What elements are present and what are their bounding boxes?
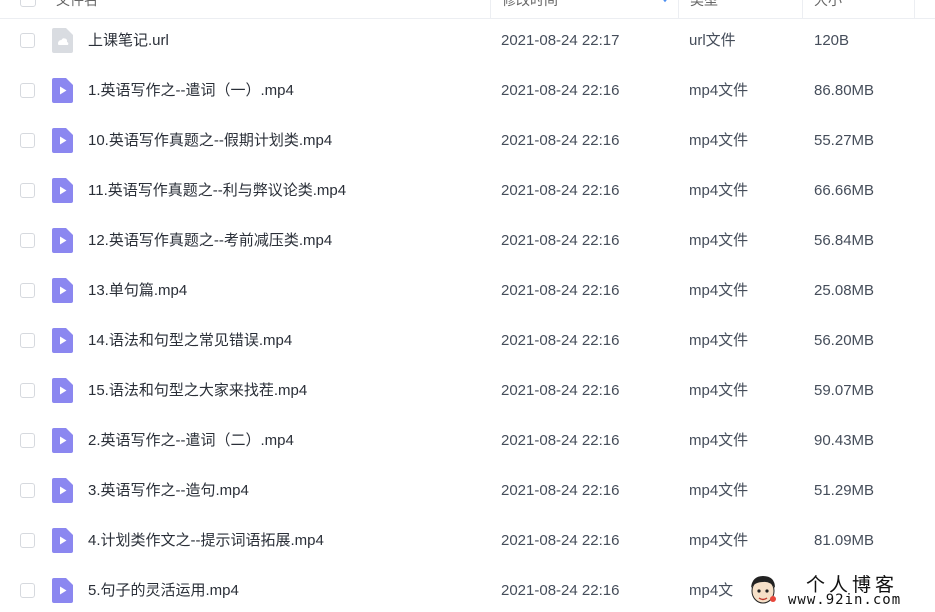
column-header-type[interactable]: 类型 [690,0,718,8]
file-row[interactable]: 2.英语写作之--遣词（二）.mp4 2021-08-24 22:16 mp4文件 9… [0,417,935,467]
watermark: 个人博客 www.92in.com [740,568,935,612]
sort-descending-icon[interactable] [660,0,670,4]
file-name[interactable]: 10.英语写作真题之--假期计划类.mp4 [88,132,332,150]
video-file-icon [52,578,73,603]
file-row[interactable]: 13.单句篇.mp4 2021-08-24 22:16 mp4文件 25.08MB [0,267,935,317]
video-file-icon [52,228,73,253]
file-modified-time: 2021-08-24 22:16 [501,382,620,399]
file-size: 59.07MB [814,382,875,399]
file-modified-time: 2021-08-24 22:17 [501,32,620,49]
row-checkbox[interactable] [20,483,35,498]
file-modified-time: 2021-08-24 22:16 [501,482,620,499]
file-name[interactable]: 13.单句篇.mp4 [88,282,187,300]
watermark-url: www.92in.com [788,592,902,608]
file-row[interactable]: 3.英语写作之--造句.mp4 2021-08-24 22:16 mp4文件 51.2… [0,467,935,517]
file-row[interactable]: 10.英语写作真题之--假期计划类.mp4 2021-08-24 22:16 mp4… [0,117,935,167]
file-size: 25.08MB [814,282,875,299]
file-type: url文件 [689,32,736,49]
file-type: mp4文件 [689,532,749,549]
file-type: mp4文件 [689,382,749,399]
file-row[interactable]: 11.英语写作真题之--利与弊议论类.mp4 2021-08-24 22:16 mp… [0,167,935,217]
column-divider [678,0,679,18]
file-size: 55.27MB [814,132,875,149]
file-modified-time: 2021-08-24 22:16 [501,282,620,299]
file-modified-time: 2021-08-24 22:16 [501,332,620,349]
video-file-icon [52,478,73,503]
file-name[interactable]: 4.计划类作文之--提示词语拓展.mp4 [88,532,324,550]
cartoon-face-icon [746,572,780,608]
file-size: 66.66MB [814,182,875,199]
file-type: mp4文件 [689,82,749,99]
row-checkbox[interactable] [20,233,35,248]
video-file-icon [52,78,73,103]
file-size: 86.80MB [814,82,875,99]
video-file-icon [52,178,73,203]
file-modified-time: 2021-08-24 22:16 [501,432,620,449]
file-row[interactable]: 上课笔记.url 2021-08-24 22:17 url文件 120B [0,17,935,67]
file-modified-time: 2021-08-24 22:16 [501,582,620,599]
row-checkbox[interactable] [20,383,35,398]
column-divider [490,0,491,18]
row-checkbox[interactable] [20,83,35,98]
file-size: 81.09MB [814,532,875,549]
file-row[interactable]: 15.语法和句型之大家来找茬.mp4 2021-08-24 22:16 mp4文件 5… [0,367,935,417]
file-type: mp4文件 [689,332,749,349]
file-row[interactable]: 12.英语写作真题之--考前减压类.mp4 2021-08-24 22:16 mp4… [0,217,935,267]
video-file-icon [52,278,73,303]
file-name[interactable]: 12.英语写作真题之--考前减压类.mp4 [88,232,332,250]
file-row[interactable]: 4.计划类作文之--提示词语拓展.mp4 2021-08-24 22:16 mp4文… [0,517,935,567]
column-header-size[interactable]: 大小 [814,0,842,8]
column-header-name[interactable]: 文件名 [56,0,98,8]
file-type: mp4文件 [689,182,749,199]
file-size: 120B [814,32,850,49]
file-size: 56.84MB [814,232,875,249]
video-file-icon [52,328,73,353]
select-all-checkbox[interactable] [20,0,36,7]
file-type: mp4文件 [689,232,749,249]
row-checkbox[interactable] [20,333,35,348]
video-file-icon [52,528,73,553]
row-checkbox[interactable] [20,283,35,298]
file-size: 90.43MB [814,432,875,449]
file-name[interactable]: 5.句子的灵活运用.mp4 [88,582,239,600]
row-checkbox[interactable] [20,183,35,198]
file-list-page: 文件名 修改时间 类型 大小 上课笔记.url 2021-08-24 22:17 u… [0,0,935,612]
file-modified-time: 2021-08-24 22:16 [501,182,620,199]
file-type: mp4文件 [689,432,749,449]
column-divider [914,0,915,18]
file-name[interactable]: 14.语法和句型之常见错误.mp4 [88,332,292,350]
url-file-icon [52,28,73,53]
file-name[interactable]: 3.英语写作之--造句.mp4 [88,482,249,500]
file-name[interactable]: 15.语法和句型之大家来找茬.mp4 [88,382,307,400]
file-name[interactable]: 上课笔记.url [88,32,169,50]
file-modified-time: 2021-08-24 22:16 [501,232,620,249]
file-type: mp4文件 [689,482,749,499]
row-checkbox[interactable] [20,533,35,548]
file-modified-time: 2021-08-24 22:16 [501,82,620,99]
file-type: mp4文件 [689,282,749,299]
row-checkbox[interactable] [20,433,35,448]
row-checkbox[interactable] [20,33,35,48]
row-checkbox[interactable] [20,583,35,598]
video-file-icon [52,378,73,403]
video-file-icon [52,428,73,453]
file-type: mp4文件 [689,132,749,149]
file-name[interactable]: 11.英语写作真题之--利与弊议论类.mp4 [88,182,346,200]
video-file-icon [52,128,73,153]
column-header-modified[interactable]: 修改时间 [502,0,558,8]
row-checkbox[interactable] [20,133,35,148]
file-row[interactable]: 14.语法和句型之常见错误.mp4 2021-08-24 22:16 mp4文件 56… [0,317,935,367]
file-modified-time: 2021-08-24 22:16 [501,132,620,149]
file-name[interactable]: 2.英语写作之--遣词（二）.mp4 [88,432,294,450]
column-divider [802,0,803,18]
file-name[interactable]: 1.英语写作之--遣词（一）.mp4 [88,82,294,100]
file-row[interactable]: 1.英语写作之--遣词（一）.mp4 2021-08-24 22:16 mp4文件 8… [0,67,935,117]
file-modified-time: 2021-08-24 22:16 [501,532,620,549]
file-size: 56.20MB [814,332,875,349]
file-size: 51.29MB [814,482,875,499]
file-type: mp4文 [689,582,734,599]
